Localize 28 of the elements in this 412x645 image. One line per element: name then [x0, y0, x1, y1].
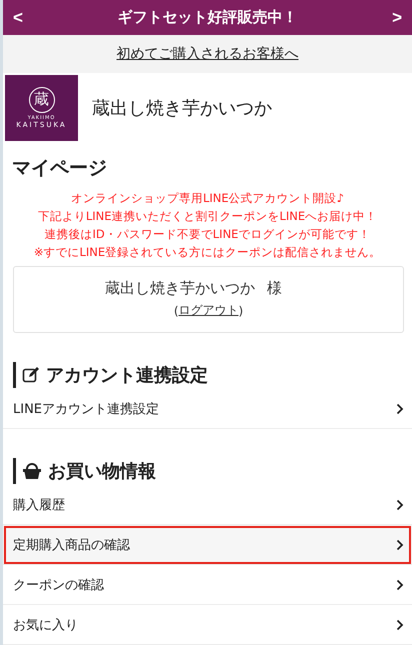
- chevron-right-icon: [396, 498, 404, 510]
- chevron-right-icon: [396, 538, 404, 550]
- notice-line: 下記よりLINE連携いただくと割引クーポンをLINEへお届け中！: [38, 208, 378, 224]
- heading-bar: [13, 362, 16, 388]
- previous-button[interactable]: <: [13, 8, 23, 28]
- shop-name: 蔵出し焼き芋かいつか: [92, 96, 272, 120]
- menu-item[interactable]: 定期購入商品の確認: [3, 525, 412, 565]
- edit-icon: [22, 366, 40, 384]
- chevron-right-icon: [396, 578, 404, 590]
- paren: (: [174, 304, 178, 318]
- chevron-right-icon: [396, 402, 404, 414]
- banner-text: ギフトセット好評販売中！: [118, 8, 298, 28]
- notice-line: ※すでにLINE登録されている方にはクーポンは配信されません。: [34, 244, 382, 260]
- first-time-link[interactable]: 初めてご購入されるお客様へ: [116, 45, 298, 64]
- next-button[interactable]: >: [392, 8, 402, 28]
- paren: ): [238, 304, 244, 318]
- notice-line: 連携後はID・パスワード不要でLINEでログインが可能です！: [44, 226, 370, 242]
- page-title: マイページ: [12, 156, 108, 181]
- honorific: 様: [267, 279, 282, 298]
- logo-mark: 蔵: [28, 86, 54, 113]
- chevron-right-icon: [396, 618, 404, 630]
- notice-line: オンラインショップ専用LINE公式アカウント開設♪: [70, 190, 344, 206]
- section-title: アカウント連携設定: [46, 364, 208, 387]
- heading-bar: [13, 458, 16, 484]
- logout-link[interactable]: ログアウト: [178, 302, 238, 320]
- section-title: お買い物情報: [48, 460, 156, 483]
- user-name: 蔵出し焼き芋かいつか: [105, 279, 255, 298]
- basket-icon: [22, 462, 42, 480]
